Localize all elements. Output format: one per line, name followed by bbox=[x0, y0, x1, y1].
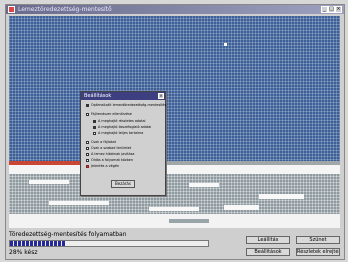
minimize-icon[interactable]: _ bbox=[321, 6, 328, 13]
dialog-close-icon[interactable]: × bbox=[158, 93, 164, 99]
hide-details-button[interactable]: Részletek elrejtése bbox=[296, 248, 340, 256]
dialog-option[interactable]: A meghajtó részletes adatai bbox=[93, 119, 146, 124]
dialog-close-button[interactable]: Bezárás bbox=[111, 180, 135, 188]
defrag-window: Lemeztöredezettség-mentesítő _ □ × Töred… bbox=[5, 4, 345, 260]
option-label: A lemez hibáinak javítása bbox=[91, 152, 135, 156]
dialog-option[interactable]: Jelentés a végén bbox=[86, 164, 119, 169]
dialog-option[interactable]: Csak a szabad területet bbox=[86, 146, 131, 151]
option-label: A meghajtó összefoglaló adatai bbox=[98, 125, 152, 129]
defragmented-area bbox=[9, 16, 340, 161]
free-block bbox=[149, 207, 199, 211]
close-icon[interactable]: × bbox=[335, 6, 342, 13]
option-label: Csak a fájlokat bbox=[91, 140, 116, 144]
checkbox-icon[interactable] bbox=[93, 125, 96, 129]
used-block bbox=[169, 219, 209, 223]
free-block bbox=[49, 201, 109, 205]
dialog-option[interactable]: Csak a fájlokat bbox=[86, 140, 116, 145]
option-label: Fájlrendszer ellenőrzése bbox=[91, 112, 132, 116]
cursor-dot bbox=[224, 43, 227, 46]
checkbox-icon[interactable] bbox=[86, 146, 89, 150]
app-icon bbox=[8, 6, 15, 13]
settings-button[interactable]: Beállítások bbox=[246, 248, 290, 256]
option-label: Csak a szabad területet bbox=[91, 146, 132, 150]
free-block bbox=[29, 180, 69, 184]
progress-bar bbox=[9, 240, 209, 247]
title-bar[interactable]: Lemeztöredezettség-mentesítő _ □ × bbox=[6, 5, 344, 14]
checkbox-icon[interactable] bbox=[86, 112, 89, 116]
disk-map bbox=[9, 16, 340, 228]
checkbox-icon[interactable] bbox=[86, 158, 89, 162]
status-text: Töredezettség-mentesítés folyamatban bbox=[9, 231, 127, 238]
checkbox-icon[interactable] bbox=[86, 103, 89, 107]
pause-button[interactable]: Szünet bbox=[296, 236, 340, 244]
option-label: Jelentés a végén bbox=[91, 164, 120, 168]
stop-button[interactable]: Leállítás bbox=[246, 236, 290, 244]
maximize-icon[interactable]: □ bbox=[328, 6, 335, 13]
dialog-option[interactable]: Fájlrendszer ellenőrzése bbox=[86, 112, 132, 117]
dialog-option[interactable]: A lemez hibáinak javítása bbox=[86, 152, 134, 157]
dialog-title: Beállítások bbox=[84, 93, 112, 99]
checkbox-icon[interactable] bbox=[93, 131, 96, 135]
free-block bbox=[259, 194, 304, 199]
progress-fill bbox=[10, 241, 66, 246]
dialog-option[interactable]: Oldás a folyamat közben bbox=[86, 158, 133, 163]
dialog-title-bar[interactable]: Beállítások × bbox=[81, 92, 165, 100]
desktop: Lemeztöredezettség-mentesítő _ □ × Töred… bbox=[0, 0, 348, 262]
option-label: A meghajtó teljes tartalma bbox=[98, 131, 144, 135]
checkbox-icon[interactable] bbox=[93, 119, 96, 123]
window-title: Lemeztöredezettség-mentesítő bbox=[18, 6, 112, 13]
status-panel: Töredezettség-mentesítés folyamatban 28%… bbox=[9, 229, 249, 257]
checkbox-icon[interactable] bbox=[86, 152, 89, 156]
dialog-option[interactable]: Optimalizált lemeztöredezettség-mentesít… bbox=[86, 103, 166, 108]
dialog-option[interactable]: A meghajtó összefoglaló adatai bbox=[93, 125, 151, 130]
option-label: Optimalizált lemeztöredezettség-mentesít… bbox=[91, 103, 167, 107]
free-block bbox=[224, 205, 259, 210]
percent-text: 28% kész bbox=[9, 249, 38, 256]
option-label: A meghajtó részletes adatai bbox=[98, 119, 146, 123]
checkbox-icon[interactable] bbox=[86, 140, 89, 144]
option-label: Oldás a folyamat közben bbox=[91, 158, 134, 162]
free-space bbox=[9, 165, 340, 174]
free-block bbox=[189, 183, 219, 187]
settings-dialog: Beállítások × Optimalizált lemeztöredeze… bbox=[80, 91, 166, 196]
fragmented-area bbox=[9, 174, 340, 214]
checkbox-icon[interactable] bbox=[86, 164, 89, 168]
dialog-option[interactable]: A meghajtó teljes tartalma bbox=[93, 131, 143, 136]
